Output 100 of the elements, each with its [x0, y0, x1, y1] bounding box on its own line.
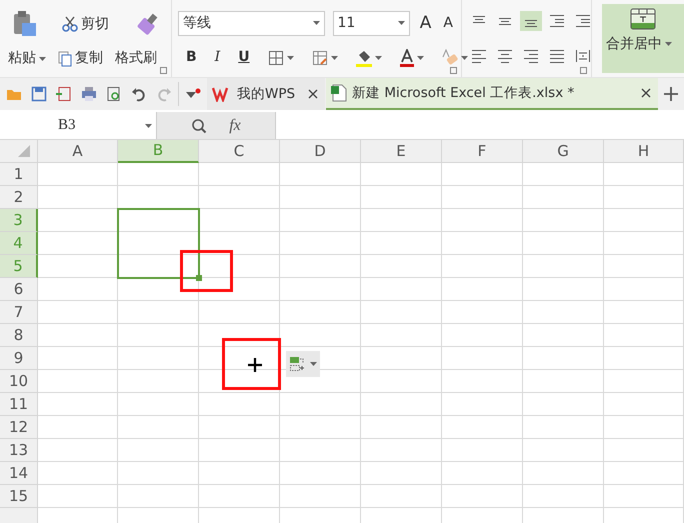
grid-cell[interactable]	[604, 485, 684, 508]
grid-cell[interactable]	[118, 324, 199, 347]
grid-cell[interactable]	[38, 163, 118, 186]
row-header[interactable]: 10	[0, 370, 38, 393]
column-header[interactable]: D	[280, 140, 361, 163]
grid-cell[interactable]	[199, 462, 280, 485]
grid-cell[interactable]	[118, 347, 199, 370]
grid-cell[interactable]	[199, 209, 280, 232]
grid-cell[interactable]	[118, 416, 199, 439]
row-header[interactable]: 14	[0, 462, 38, 485]
grid-cell[interactable]	[38, 186, 118, 209]
row-header[interactable]: 2	[0, 186, 38, 209]
merge-center-button[interactable]: 合并居中	[602, 4, 684, 73]
grid-cell[interactable]	[523, 163, 604, 186]
grid-cell[interactable]	[361, 393, 442, 416]
grid-cell[interactable]	[280, 462, 361, 485]
grid-cell[interactable]	[523, 370, 604, 393]
row-header[interactable]: 11	[0, 393, 38, 416]
fill-handle[interactable]	[196, 275, 202, 281]
bold-button[interactable]: B	[184, 49, 199, 66]
column-header[interactable]: G	[523, 140, 604, 163]
grid-cell[interactable]	[442, 255, 523, 278]
row-header[interactable]: 8	[0, 324, 38, 347]
document-tab[interactable]: 我的WPS	[207, 78, 326, 110]
cut-button[interactable]: 剪切	[60, 16, 111, 32]
grid-cell[interactable]	[523, 462, 604, 485]
grid-cell[interactable]	[604, 255, 684, 278]
row-header[interactable]: 13	[0, 439, 38, 462]
grid-cell[interactable]	[38, 370, 118, 393]
grid-cell[interactable]	[442, 232, 523, 255]
name-box-field[interactable]: B3	[0, 112, 157, 139]
grid-cell[interactable]	[442, 347, 523, 370]
grid-cell[interactable]	[604, 163, 684, 186]
row-header[interactable]: 6	[0, 278, 38, 301]
grid-cell[interactable]	[523, 278, 604, 301]
grid-cell[interactable]	[38, 485, 118, 508]
fill-color-button[interactable]	[354, 48, 384, 66]
grid-cell[interactable]	[361, 485, 442, 508]
grid-cell[interactable]	[280, 232, 361, 255]
grid-cell[interactable]	[442, 163, 523, 186]
grid-cell[interactable]	[199, 232, 280, 255]
grid-cell[interactable]	[604, 186, 684, 209]
grid-cell[interactable]	[199, 278, 280, 301]
grid-cell[interactable]	[442, 324, 523, 347]
grid-cell[interactable]	[442, 439, 523, 462]
grid-cell[interactable]	[199, 393, 280, 416]
column-header[interactable]: A	[38, 140, 118, 163]
grid-cell[interactable]	[442, 370, 523, 393]
grid-cell[interactable]	[604, 370, 684, 393]
grid-cell[interactable]	[199, 416, 280, 439]
grid-cell[interactable]	[199, 255, 280, 278]
grid-cell[interactable]	[604, 209, 684, 232]
save-button[interactable]	[29, 86, 49, 102]
printer-button[interactable]	[79, 86, 99, 102]
row-header[interactable]: 7	[0, 301, 38, 324]
grid-cell[interactable]	[280, 209, 361, 232]
row-header[interactable]: 15	[0, 485, 38, 508]
grid-cell[interactable]	[523, 324, 604, 347]
row-header[interactable]: 12	[0, 416, 38, 439]
formula-input-field[interactable]	[275, 112, 684, 139]
grid-cell[interactable]	[523, 232, 604, 255]
grid-cell[interactable]	[361, 163, 442, 186]
grid-cell[interactable]	[280, 393, 361, 416]
grid-cell[interactable]	[604, 439, 684, 462]
grid-cell[interactable]	[199, 485, 280, 508]
grid-cell[interactable]	[118, 163, 199, 186]
grid-cell[interactable]	[118, 301, 199, 324]
grid-cell[interactable]	[361, 416, 442, 439]
customize-toolbar-button[interactable]	[183, 88, 203, 100]
paste-button[interactable]: 粘贴	[6, 50, 48, 67]
align-bottom-button[interactable]	[520, 11, 542, 32]
grid-cell[interactable]	[604, 324, 684, 347]
grid-cell[interactable]	[442, 485, 523, 508]
grid-cell[interactable]	[118, 462, 199, 485]
close-tab-button[interactable]	[306, 89, 320, 99]
grid-cell[interactable]	[280, 416, 361, 439]
grid-cell[interactable]	[280, 163, 361, 186]
grid-cell[interactable]	[523, 186, 604, 209]
grid-cell[interactable]	[280, 485, 361, 508]
grid-cell[interactable]	[523, 301, 604, 324]
grid-cell[interactable]	[361, 301, 442, 324]
grid-cell[interactable]	[604, 416, 684, 439]
grid-cell[interactable]	[118, 439, 199, 462]
grid-cell[interactable]	[361, 370, 442, 393]
grid-cell[interactable]	[523, 393, 604, 416]
font-color-button[interactable]	[398, 48, 426, 66]
grid-cell[interactable]	[442, 209, 523, 232]
close-tab-button[interactable]	[639, 88, 653, 98]
row-header[interactable]: 1	[0, 163, 38, 186]
grid-cell[interactable]	[361, 439, 442, 462]
grid-cell[interactable]	[523, 485, 604, 508]
grid-cell[interactable]	[361, 209, 442, 232]
grid-cell[interactable]	[280, 255, 361, 278]
grid-cell[interactable]	[280, 278, 361, 301]
grid-cell[interactable]	[38, 301, 118, 324]
grid-cell[interactable]	[523, 209, 604, 232]
grid-cell[interactable]	[442, 278, 523, 301]
column-header[interactable]: C	[199, 140, 280, 163]
font-name-field[interactable]: 等线	[178, 10, 325, 36]
grid-cell[interactable]	[604, 393, 684, 416]
